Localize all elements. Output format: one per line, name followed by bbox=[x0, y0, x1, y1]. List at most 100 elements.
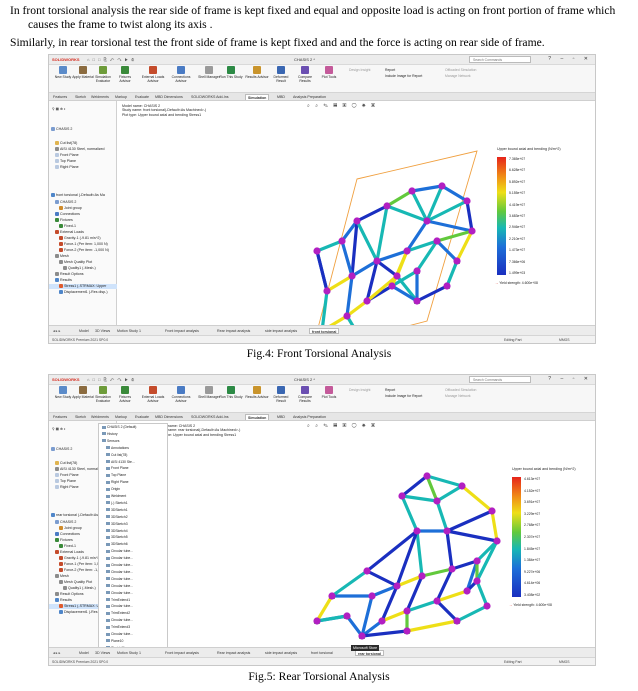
flyout-item-top-plane[interactable]: Top Plane bbox=[106, 473, 126, 478]
tree-item-result-options[interactable]: Result Options bbox=[49, 272, 84, 277]
flyout-item-circular-tube[interactable]: Circular tube... bbox=[106, 632, 133, 637]
flyout-item-circular-tube[interactable]: Circular tube... bbox=[106, 577, 133, 582]
tree-item-cut-list-78[interactable]: Cut list(78) bbox=[49, 141, 77, 146]
tab-solidworks-add-ins[interactable]: SOLIDWORKS Add-Ins bbox=[189, 414, 231, 420]
tab-mbd-dimensions[interactable]: MBD Dimensions bbox=[153, 414, 185, 420]
bottom-tab-front-impact-analysis[interactable]: Front impact analysis bbox=[163, 650, 201, 656]
flyout-item-chasis-2-default[interactable]: CHASIS 2 (Default) bbox=[102, 425, 136, 430]
tree-item-right-plane[interactable]: Right Plane bbox=[49, 165, 79, 170]
ribbon-connections-advisor-button[interactable]: Connections Advisor bbox=[169, 386, 193, 403]
tab-markup[interactable]: Markup bbox=[113, 94, 129, 100]
flyout-item-circular-tube[interactable]: Circular tube... bbox=[106, 556, 133, 561]
flyout-item-weldment[interactable]: Weldment bbox=[106, 494, 126, 499]
flyout-item-origin[interactable]: Origin bbox=[106, 487, 120, 492]
ribbon-external-loads-advisor-button[interactable]: External Loads Advisor bbox=[141, 386, 165, 403]
bottom-tab-rear-impact-analysis[interactable]: Rear impact analysis bbox=[215, 328, 252, 334]
tree-item-front-plane[interactable]: Front Plane bbox=[49, 473, 79, 478]
include-image-button[interactable]: Include Image for Report bbox=[385, 394, 422, 398]
bottom-tab-rear-impact-analysis[interactable]: Rear impact analysis bbox=[215, 650, 252, 656]
window-controls[interactable]: ? – ▫ ✕ bbox=[548, 56, 592, 62]
flyout-item-3dsketch1[interactable]: 3DSketch1 bbox=[106, 508, 128, 513]
flyout-item-aisi-4130-ste[interactable]: AISI 4130 Ste... bbox=[106, 460, 135, 465]
flyout-item-circular-tube[interactable]: Circular tube... bbox=[106, 549, 133, 554]
tab-weldments[interactable]: Weldments bbox=[89, 414, 111, 420]
flyout-item-history[interactable]: History bbox=[102, 432, 118, 437]
tab-solidworks-add-ins[interactable]: SOLIDWORKS Add-Ins bbox=[189, 94, 231, 100]
tab-evaluate[interactable]: Evaluate bbox=[133, 414, 151, 420]
graphics-viewport[interactable]: Model name: CHASIS 2 Study name: rear to… bbox=[117, 421, 595, 647]
tree-item-rear-torsional-default-as-ma[interactable]: rear torsional (-Default<As Ma bbox=[49, 513, 104, 518]
bottom-tab-model[interactable]: Model bbox=[77, 650, 91, 656]
graphics-viewport[interactable]: Model name: CHASIS 2 Study name: front t… bbox=[117, 101, 595, 327]
tree-item-gravity-1-9-81-m-s-2[interactable]: Gravity-1 (-9.81 m/s^2) bbox=[49, 236, 101, 241]
status-units[interactable]: MMGS bbox=[559, 338, 570, 342]
tree-item-gravity-1-9-81-m-s-2[interactable]: Gravity-1 (-9.81 m/s^2) bbox=[49, 556, 101, 561]
tab-mbd-dimensions[interactable]: MBD Dimensions bbox=[153, 94, 185, 100]
ribbon-shell-manager-button[interactable]: Shell Manager bbox=[197, 386, 221, 399]
bottom-tab-motion-study-1[interactable]: Motion Study 1 bbox=[115, 650, 143, 656]
ribbon-plot-tools-button[interactable]: Plot Tools bbox=[317, 386, 341, 399]
tab-features[interactable]: Features bbox=[51, 414, 69, 420]
tab-weldments[interactable]: Weldments bbox=[89, 94, 111, 100]
bottom-tab-side-impact-analysis[interactable]: side impact analysis bbox=[263, 328, 299, 334]
ribbon-connections-advisor-button[interactable]: Connections Advisor bbox=[169, 66, 193, 83]
tab-sketch[interactable]: Sketch bbox=[73, 414, 88, 420]
ribbon-simulation-evaluator-button[interactable]: Simulation Evaluator bbox=[91, 386, 115, 403]
status-units[interactable]: MMGS bbox=[559, 660, 570, 664]
tree-item-displacement1-res-disp[interactable]: Displacement1 (-Res disp-) bbox=[49, 290, 108, 295]
bottom-tab-3d-views[interactable]: 3D Views bbox=[93, 650, 112, 656]
tree-item-chasis-2[interactable]: CHASIS 2 bbox=[49, 200, 76, 205]
tree-item-external-loads[interactable]: External Loads bbox=[49, 550, 84, 555]
ribbon-plot-tools-button[interactable]: Plot Tools bbox=[317, 66, 341, 79]
tree-item-aisi-4130-steel-normalized[interactable]: AISI 4130 Steel, normalized bbox=[49, 147, 105, 152]
flyout-item-circular-tube[interactable]: Circular tube... bbox=[106, 584, 133, 589]
search-commands-input[interactable]: Search Commands bbox=[469, 376, 531, 383]
tree-item-connections[interactable]: Connections bbox=[49, 212, 80, 217]
tab-analysis-preparation[interactable]: Analysis Preparation bbox=[291, 94, 328, 100]
flyout-item-circular-tube[interactable]: Circular tube... bbox=[106, 618, 133, 623]
tab-analysis-preparation[interactable]: Analysis Preparation bbox=[291, 414, 328, 420]
flyout-item-front-plane[interactable]: Front Plane bbox=[106, 466, 129, 471]
flyout-item-circular-tube[interactable]: Circular tube... bbox=[106, 591, 133, 596]
tree-item-top-plane[interactable]: Top Plane bbox=[49, 479, 76, 484]
flyout-item-plane10[interactable]: Plane10 bbox=[106, 639, 123, 644]
ribbon-compare-results-button[interactable]: Compare Results bbox=[293, 66, 317, 83]
tab-sketch[interactable]: Sketch bbox=[73, 94, 88, 100]
tree-item-connections[interactable]: Connections bbox=[49, 532, 80, 537]
flyout-item-trimextend2[interactable]: TrimExtend2 bbox=[106, 611, 130, 616]
flyout-item-cut-list-78[interactable]: Cut list(78) bbox=[106, 453, 127, 458]
bottom-tab-front-torsional[interactable]: front torsional bbox=[309, 650, 335, 656]
tree-item-force-1-per-item-1-000-n[interactable]: Force-1 (Per item: 1,000 N) bbox=[49, 242, 108, 247]
tree-item-joint-group[interactable]: Joint group bbox=[49, 526, 82, 531]
tree-item-fixed-1[interactable]: Fixed-1 bbox=[49, 544, 76, 549]
ribbon-run-this-study-button[interactable]: Run This Study bbox=[219, 386, 243, 399]
flyout-item-3dsketch2[interactable]: 3DSketch2 bbox=[106, 515, 128, 520]
flyout-item-circular-tube[interactable]: Circular tube... bbox=[106, 563, 133, 568]
tree-item-quality1-mesh[interactable]: Quality1 (-Mesh-) bbox=[49, 266, 96, 271]
tree-item-joint-group[interactable]: Joint group bbox=[49, 206, 82, 211]
bottom-tab-front-impact-analysis[interactable]: Front impact analysis bbox=[163, 328, 201, 334]
tree-item-aisi-4130-steel-normalized[interactable]: AISI 4130 Steel, normalized bbox=[49, 467, 105, 472]
flyout-item-circular-tube[interactable]: Circular tube... bbox=[106, 604, 133, 609]
offloaded-simulation-button[interactable]: Offloaded Simulation bbox=[445, 68, 476, 72]
tree-item-fixed-1[interactable]: Fixed-1 bbox=[49, 224, 76, 229]
flyout-item-right-plane[interactable]: Right Plane bbox=[106, 480, 129, 485]
tree-item-fixtures[interactable]: Fixtures bbox=[49, 218, 73, 223]
offloaded-simulation-button[interactable]: Offloaded Simulation bbox=[445, 388, 476, 392]
bottom-tab-front-torsional[interactable]: front torsional bbox=[309, 328, 340, 334]
manage-network-button[interactable]: Manage Network bbox=[445, 74, 471, 78]
include-image-button[interactable]: Include Image for Report bbox=[385, 74, 422, 78]
tree-item-external-loads[interactable]: External Loads bbox=[49, 230, 84, 235]
ribbon-shell-manager-button[interactable]: Shell Manager bbox=[197, 66, 221, 79]
ribbon-results-advisor-button[interactable]: Results Advisor bbox=[245, 66, 269, 79]
tree-filter-icon[interactable]: ⚲ ▦ ⊕ ◐ bbox=[52, 107, 66, 112]
manage-network-button[interactable]: Manage Network bbox=[445, 394, 471, 398]
flyout-item-sensors[interactable]: Sensors bbox=[102, 439, 119, 444]
quick-access-toolbar[interactable]: ⌂ □ □ ⎘ ↶ ↷ ▶ ⚙ bbox=[87, 57, 135, 62]
tree-item-mesh-quality-plot[interactable]: Mesh Quality Plot bbox=[49, 260, 92, 265]
tree-item-cut-list-78[interactable]: Cut list(78) bbox=[49, 461, 77, 466]
ribbon-deformed-result-button[interactable]: Deformed Result bbox=[269, 386, 293, 403]
ribbon-deformed-result-button[interactable]: Deformed Result bbox=[269, 66, 293, 83]
tree-item-stress1-strmax-upper[interactable]: Stress1 (-STRMAX: Upper bbox=[49, 284, 117, 289]
design-insight-button[interactable]: Design Insight bbox=[349, 388, 371, 392]
